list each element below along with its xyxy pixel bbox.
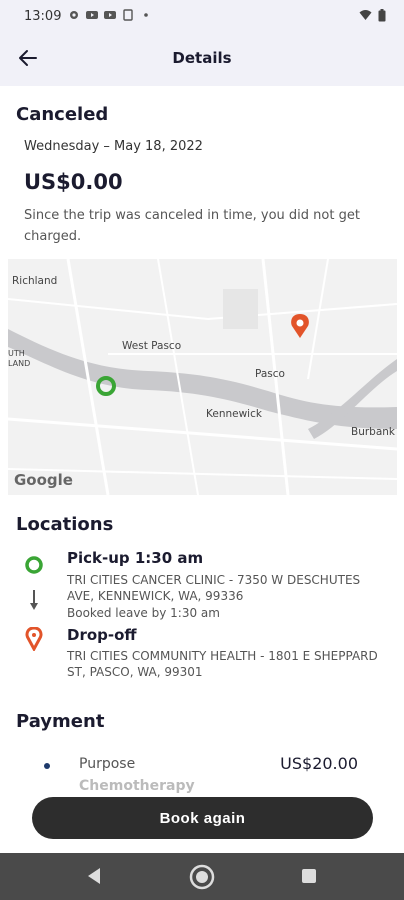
status-bar: 13:09 [0,0,404,32]
clipboard-icon [123,9,133,21]
status-system-icons [359,9,386,22]
dropoff-title: Drop-off [67,626,137,644]
map-graphic [8,259,397,495]
arrow-down-icon [30,590,38,610]
youtube-icon [104,11,116,19]
status-time: 13:09 [24,9,62,24]
trip-map[interactable]: Richland West Pasco Pasco Kennewick Burb… [8,259,397,495]
locations-heading: Locations [16,514,114,535]
settings-icon [70,11,78,19]
system-navigation-bar [0,853,404,900]
payment-amount: US$20.00 [280,754,358,773]
book-again-button[interactable]: Book again [32,797,373,839]
map-label-pasco: Pasco [255,368,285,380]
page-title: Details [172,49,232,67]
dropoff-address: TRI CITIES COMMUNITY HEALTH - 1801 E SHE… [67,649,378,679]
pickup-title: Pick-up 1:30 am [67,549,204,567]
pickup-icon [25,556,43,574]
nav-back-icon[interactable] [86,867,102,885]
purpose-label: Purpose [79,756,136,772]
bullet-dot [44,763,50,769]
map-label-richland: Richland [12,275,58,287]
dropoff-icon [25,627,43,651]
map-label-kennewick: Kennewick [206,408,262,420]
trip-note: Since the trip was canceled in time, you… [24,208,360,244]
payment-heading: Payment [16,711,105,732]
map-label-west-pasco: West Pasco [122,340,182,352]
trip-status: Canceled [16,104,109,125]
purpose-value: Chemotherapy [79,778,195,794]
map-label-south-land: UTH LAND [8,349,31,368]
battery-icon [378,9,386,22]
youtube-icon [86,11,98,19]
dot-icon [144,13,148,17]
nav-recents-icon[interactable] [302,869,316,883]
app-bar: Details [0,32,404,86]
wifi-icon [359,10,372,20]
pickup-address: TRI CITIES CANCER CLINIC - 7350 W DESCHU… [67,573,361,603]
booked-leave-time: Booked leave by 1:30 am [67,606,220,620]
map-label-burbank: Burbank [351,426,396,438]
trip-amount: US$0.00 [24,170,123,194]
google-attribution: Google [14,471,73,489]
trip-date: Wednesday – May 18, 2022 [24,139,203,154]
status-notification-icons [68,9,152,21]
nav-home-icon[interactable] [188,863,216,891]
